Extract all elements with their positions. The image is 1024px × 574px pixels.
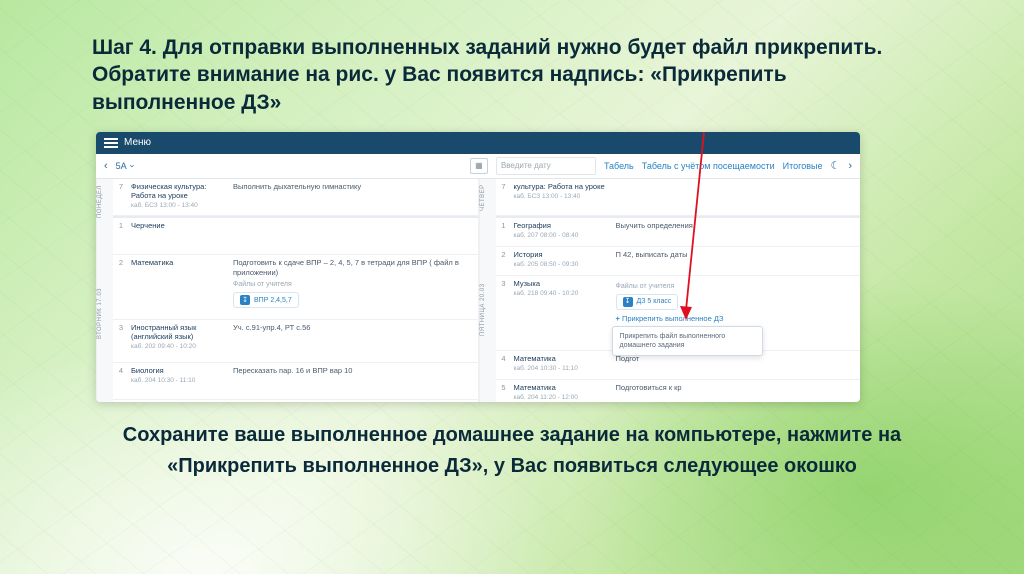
lesson-subject: Математика [514,383,610,392]
lesson-row[interactable]: 2 История каб. 205 08:50 - 09:30 П 42, вы… [496,247,861,276]
lesson-num: 1 [500,221,508,243]
files-label: Файлы от учителя [233,280,474,289]
lesson-meta: каб. 204 10:30 - 11:10 [131,377,227,384]
lesson-row[interactable]: 5 Математика каб. 204 11:20 - 12:00 Подго… [496,380,861,402]
left-column: ПОНЕДЕЛ ВТОРНИК 17.03 7 Физическая культ… [96,179,479,402]
prev-icon[interactable]: ‹ [104,160,108,172]
menu-label[interactable]: Меню [124,137,151,148]
lesson-meta: каб. 202 09:40 - 10:20 [131,343,227,350]
lesson-meta: каб. 218 09:40 - 10:20 [514,290,610,297]
schedule-grid: ПОНЕДЕЛ ВТОРНИК 17.03 7 Физическая культ… [96,179,860,402]
moon-icon[interactable]: ☾ [830,159,840,172]
right-column: ЧЕТВЕР ПЯТНИЦА 20.03 7 культура: Работа … [479,179,861,402]
file-icon: ↧ [623,297,633,307]
left-rows: 7 Физическая культура: Работа на уроке ка… [113,179,478,402]
class-selector[interactable]: 5А › [116,161,134,171]
lesson-hw: Подгот [616,354,857,376]
lesson-subject: География [514,221,610,230]
lesson-subject: Биология [131,366,227,375]
day-strip-mon: ПОНЕДЕЛ [96,179,113,225]
lesson-subject: культура: Работа на уроке [514,182,610,191]
lesson-num: 2 [117,258,125,316]
lesson-row[interactable]: 7 культура: Работа на уроке каб. БСЗ 13:0… [496,179,861,216]
day-strip-thu: ЧЕТВЕР [479,179,496,217]
tab-final[interactable]: Итоговые [783,161,823,171]
lesson-hw: Подготовиться к кр [616,383,857,402]
lesson-subject: Черчение [131,221,227,230]
attach-homework-link[interactable]: Прикрепить выполненное ДЗ [616,314,724,323]
class-label: 5А [116,161,127,171]
day-strip-tue: ВТОРНИК 17.03 [96,225,113,402]
lesson-num: 1 [117,221,125,251]
lesson-row[interactable]: 3 Иностранный язык (английский язык) каб.… [113,320,478,363]
lesson-row[interactable]: 4 Биология каб. 204 10:30 - 11:10 Переска… [113,363,478,400]
lesson-meta: каб. 204 11:20 - 12:00 [514,394,610,401]
lesson-meta: каб. 205 08:50 - 09:30 [514,261,610,268]
lesson-hw: Подготовить к сдаче ВПР – 2, 4, 5, 7 в т… [233,258,474,278]
lesson-meta: каб. 207 08:00 - 08:40 [514,232,610,239]
lesson-num: 3 [500,279,508,347]
lesson-num: 4 [117,366,125,396]
hamburger-icon[interactable] [104,138,118,148]
app-topbar: Меню [96,132,860,154]
lesson-num: 2 [500,250,508,272]
lesson-num: 7 [500,182,508,212]
lesson-subject: Музыка [514,279,610,288]
lesson-meta: каб. БСЗ 13:00 - 13:40 [514,193,610,200]
lesson-meta: каб. БСЗ 13:00 - 13:40 [131,202,227,209]
lesson-subject: История [514,250,610,259]
lesson-subject: Математика [514,354,610,363]
chevron-down-icon: › [127,164,137,167]
lesson-meta: каб. 204 10:30 - 11:10 [514,365,610,372]
attach-tooltip: Прикрепить файл выполненного домашнего з… [612,326,763,356]
lesson-hw: Выполнить дыхательную гимнастику [233,182,474,212]
lesson-row[interactable]: 3 Музыка каб. 218 09:40 - 10:20 Файлы от … [496,276,861,351]
lesson-num: 3 [117,323,125,359]
file-chip[interactable]: ↧ДЗ 5 класс [616,294,679,310]
lesson-num: 5 [500,383,508,402]
lesson-row[interactable]: 1 География каб. 207 08:00 - 08:40 Выучит… [496,218,861,247]
lesson-row[interactable]: 2 Математика Подготовить к сдаче ВПР – 2… [113,255,478,320]
step-heading: Шаг 4. Для отправки выполненных заданий … [92,34,932,116]
app-screenshot: Меню ‹ 5А › ▦ Введите дату Табель Табель… [96,132,860,402]
sub-toolbar: ‹ 5А › ▦ Введите дату Табель Табель с уч… [96,154,860,179]
lesson-num: 4 [500,354,508,376]
slide: Шаг 4. Для отправки выполненных заданий … [0,0,1024,574]
lesson-hw: Уч. с.91-упр.4, РТ с.56 [233,323,474,359]
tab-tabel[interactable]: Табель [604,161,634,171]
lesson-subject: Физическая культура: Работа на уроке [131,182,227,200]
files-label: Файлы от учителя [616,282,857,291]
lesson-row[interactable]: 1 Черчение [113,218,478,255]
footer-instruction: Сохраните ваше выполненное домашнее зада… [72,420,952,482]
lesson-subject: Математика [131,258,227,267]
tab-attendance[interactable]: Табель с учётом посещаемости [642,161,775,171]
calendar-icon[interactable]: ▦ [470,158,488,174]
lesson-row[interactable]: 7 Физическая культура: Работа на уроке ка… [113,179,478,216]
lesson-row[interactable]: 5 Математика: Проверочная работа Подгото… [113,400,478,402]
lesson-hw: Выучить определения [616,221,857,243]
lesson-hw: П 42, выписать даты [616,250,857,272]
lesson-num: 7 [117,182,125,212]
date-input[interactable]: Введите дату [496,157,596,175]
next-icon[interactable]: › [848,160,852,172]
lesson-subject: Иностранный язык (английский язык) [131,323,227,341]
right-rows: 7 культура: Работа на уроке каб. БСЗ 13:0… [496,179,861,402]
lesson-hw: Пересказать пар. 16 и ВПР вар 10 [233,366,474,396]
file-chip[interactable]: ↧ВПР 2,4,5,7 [233,292,299,308]
file-icon: ↧ [240,295,250,305]
day-strip-fri: ПЯТНИЦА 20.03 [479,217,496,402]
